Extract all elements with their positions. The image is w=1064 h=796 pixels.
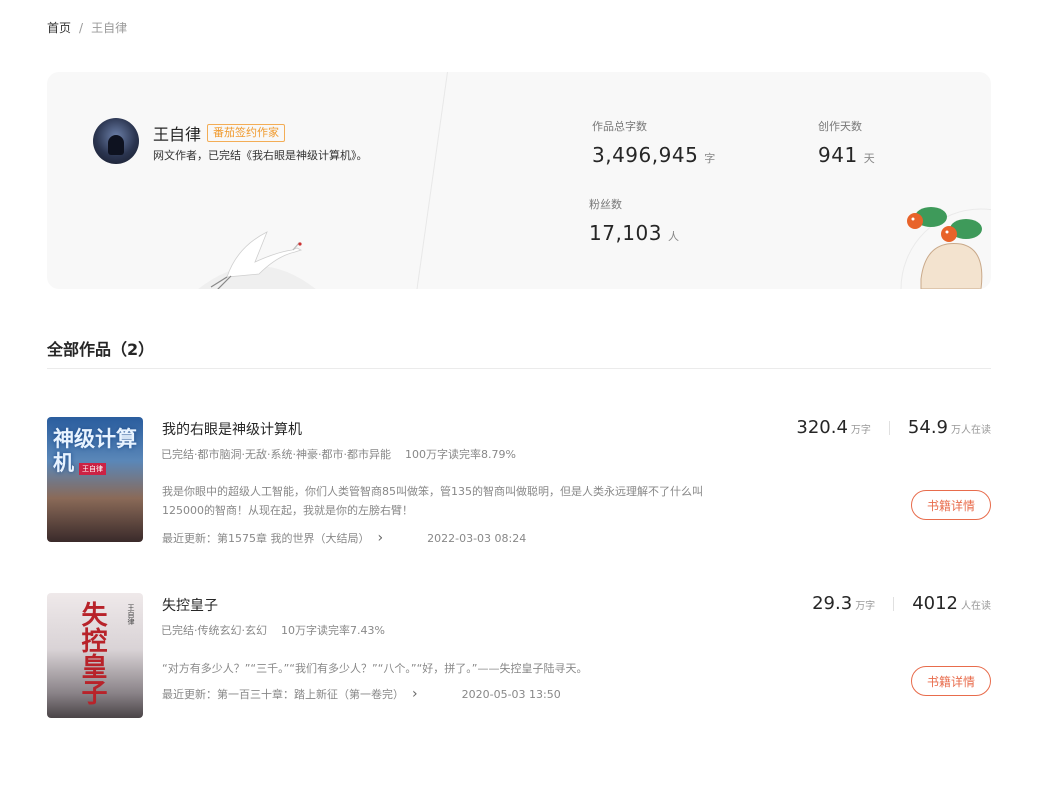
book-word-count-unit: 万字 bbox=[855, 601, 876, 612]
book-update-time: 2020-05-03 13:50 bbox=[461, 687, 561, 701]
book-cover[interactable]: 失控皇子 王自律 bbox=[47, 593, 143, 718]
author-avatar[interactable] bbox=[93, 118, 139, 164]
stat-days-value: 941 bbox=[818, 143, 858, 167]
book-cover-title: 失控皇子 bbox=[77, 601, 107, 705]
author-description: 网文作者，已完结《我右眼是神级计算机》。 bbox=[153, 149, 368, 162]
book-last-update[interactable]: 最近更新：第1575章 我的世界（大结局） › 2022-03-03 08:24 bbox=[162, 530, 526, 546]
book-item[interactable]: 失控皇子 王自律 失控皇子 已完结·传统玄幻·玄幻 10万字读完率7.43% “对… bbox=[47, 593, 991, 723]
book-tags: 已完结·都市脑洞·无敌·系统·神豪·都市·都市异能 bbox=[161, 448, 391, 461]
book-tags: 已完结·传统玄幻·玄幻 bbox=[161, 624, 267, 637]
book-tags-row: 已完结·传统玄幻·玄幻 10万字读完率7.43% bbox=[161, 622, 385, 638]
book-readers: 4012 bbox=[912, 593, 958, 614]
breadcrumb: 首页 / 王自律 bbox=[47, 19, 127, 36]
section-title: 全部作品（2） bbox=[47, 340, 155, 359]
metrics-separator bbox=[893, 596, 895, 611]
stat-total-words-value: 3,496,945 bbox=[592, 143, 699, 167]
crane-illustration bbox=[198, 231, 316, 289]
stat-total-words: 作品总字数 3,496,945 字 bbox=[592, 118, 716, 167]
book-metrics: 29.3 万字 4012 人在读 bbox=[812, 593, 991, 614]
book-read-rate: 10万字读完率7.43% bbox=[281, 624, 385, 637]
book-word-count: 29.3 bbox=[812, 593, 853, 614]
stat-fans-value-row: 17,103 人 bbox=[589, 221, 679, 245]
book-cover[interactable]: 神级计算机 王自律 bbox=[47, 417, 143, 542]
book-detail-button[interactable]: 书籍详情 bbox=[911, 666, 991, 696]
book-intro: “对方有多少人？”“三千。”“我们有多少人？”“八个。”“好，拼了。”——失控皇… bbox=[162, 662, 588, 675]
book-last-update-text: 最近更新：第一百三十章：踏上新征（第一卷完） bbox=[162, 688, 404, 701]
stat-days-unit: 天 bbox=[863, 152, 876, 165]
tomato-mascot-illustration bbox=[900, 207, 991, 289]
book-readers-unit: 万人在读 bbox=[951, 425, 991, 436]
book-last-update-text: 最近更新：第1575章 我的世界（大结局） bbox=[162, 532, 370, 545]
book-read-rate: 100万字读完率8.79% bbox=[404, 448, 516, 461]
book-cover-author: 王自律 bbox=[127, 604, 135, 625]
stat-total-words-unit: 字 bbox=[704, 152, 716, 165]
stat-total-words-label: 作品总字数 bbox=[592, 120, 647, 133]
author-name: 王自律 bbox=[153, 125, 202, 144]
breadcrumb-home-link[interactable]: 首页 bbox=[47, 19, 71, 36]
chevron-right-icon: › bbox=[412, 686, 418, 702]
stat-days: 创作天数 941 天 bbox=[818, 118, 875, 167]
book-tags-row: 已完结·都市脑洞·无敌·系统·神豪·都市·都市异能 100万字读完率8.79% bbox=[161, 446, 516, 462]
book-item[interactable]: 神级计算机 王自律 我的右眼是神级计算机 已完结·都市脑洞·无敌·系统·神豪·都… bbox=[47, 417, 991, 547]
stat-fans: 粉丝数 17,103 人 bbox=[589, 196, 679, 245]
stat-fans-unit: 人 bbox=[667, 230, 680, 243]
book-title[interactable]: 我的右眼是神级计算机 bbox=[162, 419, 302, 439]
section-divider bbox=[47, 368, 991, 369]
breadcrumb-current: 王自律 bbox=[91, 21, 128, 35]
metrics-separator bbox=[888, 420, 890, 435]
author-name-row: 王自律 番茄签约作家 bbox=[153, 121, 286, 145]
book-detail-button[interactable]: 书籍详情 bbox=[911, 490, 991, 520]
author-card: 王自律 番茄签约作家 网文作者，已完结《我右眼是神级计算机》。 作品总字数 3,… bbox=[47, 72, 991, 289]
stat-total-words-value-row: 3,496,945 字 bbox=[592, 143, 716, 167]
chevron-right-icon: › bbox=[377, 530, 384, 546]
breadcrumb-separator: / bbox=[79, 20, 84, 35]
book-word-count: 320.4 bbox=[796, 417, 848, 438]
book-readers: 54.9 bbox=[907, 417, 948, 438]
book-last-update[interactable]: 最近更新：第一百三十章：踏上新征（第一卷完） › 2020-05-03 13:5… bbox=[162, 686, 561, 702]
card-divider bbox=[413, 72, 448, 289]
book-title[interactable]: 失控皇子 bbox=[162, 595, 218, 615]
stat-fans-value: 17,103 bbox=[589, 221, 662, 245]
book-word-count-unit: 万字 bbox=[850, 425, 871, 436]
stat-fans-label: 粉丝数 bbox=[589, 198, 622, 211]
book-metrics: 320.4 万字 54.9 万人在读 bbox=[796, 417, 991, 438]
signed-author-badge: 番茄签约作家 bbox=[207, 124, 286, 142]
book-update-time: 2022-03-03 08:24 bbox=[427, 531, 527, 545]
stat-days-value-row: 941 天 bbox=[818, 143, 875, 167]
book-intro: 我是你眼中的超级人工智能，你们人类管智商85叫做笨，管135的智商叫做聪明，但是… bbox=[162, 485, 703, 517]
stat-days-label: 创作天数 bbox=[818, 120, 862, 133]
book-readers-unit: 人在读 bbox=[961, 601, 991, 612]
book-cover-author: 王自律 bbox=[79, 463, 106, 475]
